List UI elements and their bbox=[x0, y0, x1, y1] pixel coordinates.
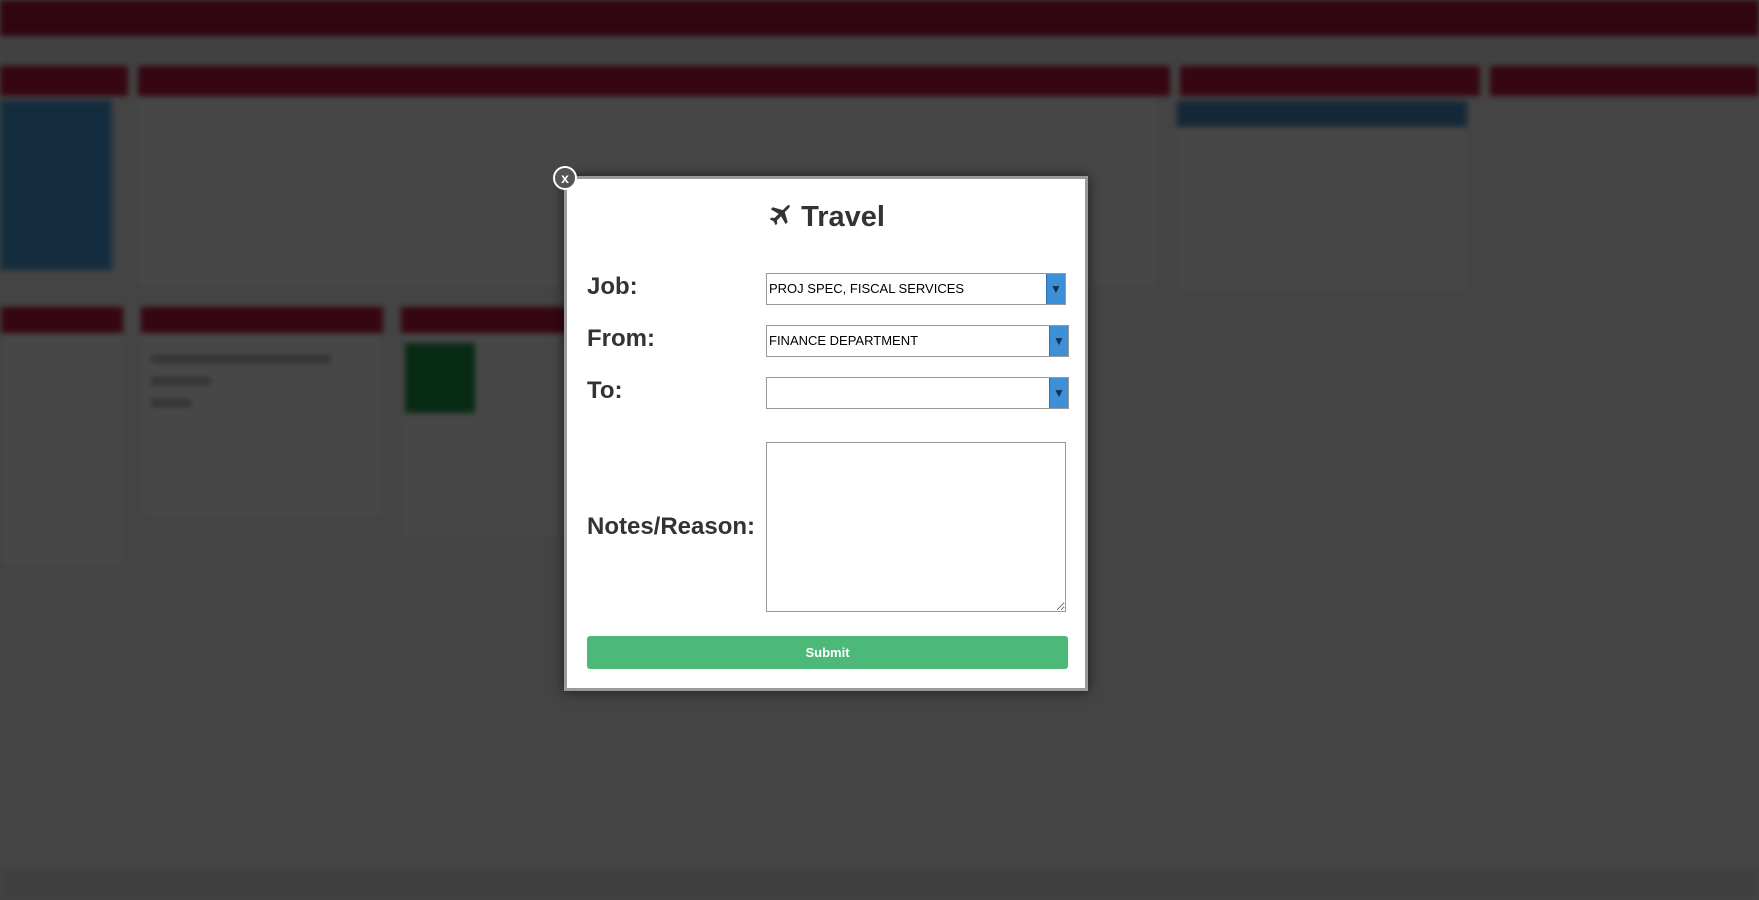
chevron-down-icon[interactable]: ▼ bbox=[1049, 378, 1068, 408]
job-label: Job: bbox=[587, 273, 638, 300]
modal-title-text: Travel bbox=[801, 201, 885, 233]
job-select[interactable]: PROJ SPEC, FISCAL SERVICES ▼ bbox=[766, 273, 1066, 305]
from-label: From: bbox=[587, 325, 655, 352]
modal-title: Travel bbox=[567, 201, 1085, 234]
submit-button[interactable]: Submit bbox=[587, 636, 1068, 669]
travel-modal: Travel Job: PROJ SPEC, FISCAL SERVICES ▼… bbox=[564, 176, 1088, 691]
chevron-down-icon[interactable]: ▼ bbox=[1049, 326, 1068, 356]
to-label: To: bbox=[587, 377, 623, 404]
close-button[interactable]: x bbox=[553, 166, 577, 190]
from-select[interactable]: FINANCE DEPARTMENT ▼ bbox=[766, 325, 1069, 357]
notes-textarea[interactable] bbox=[766, 442, 1066, 612]
notes-label: Notes/Reason: bbox=[587, 513, 756, 540]
chevron-down-icon[interactable]: ▼ bbox=[1046, 274, 1065, 304]
to-select[interactable]: ▼ bbox=[766, 377, 1069, 409]
job-select-value: PROJ SPEC, FISCAL SERVICES bbox=[769, 281, 965, 296]
from-select-value: FINANCE DEPARTMENT bbox=[769, 333, 919, 348]
airplane-icon bbox=[769, 204, 791, 226]
